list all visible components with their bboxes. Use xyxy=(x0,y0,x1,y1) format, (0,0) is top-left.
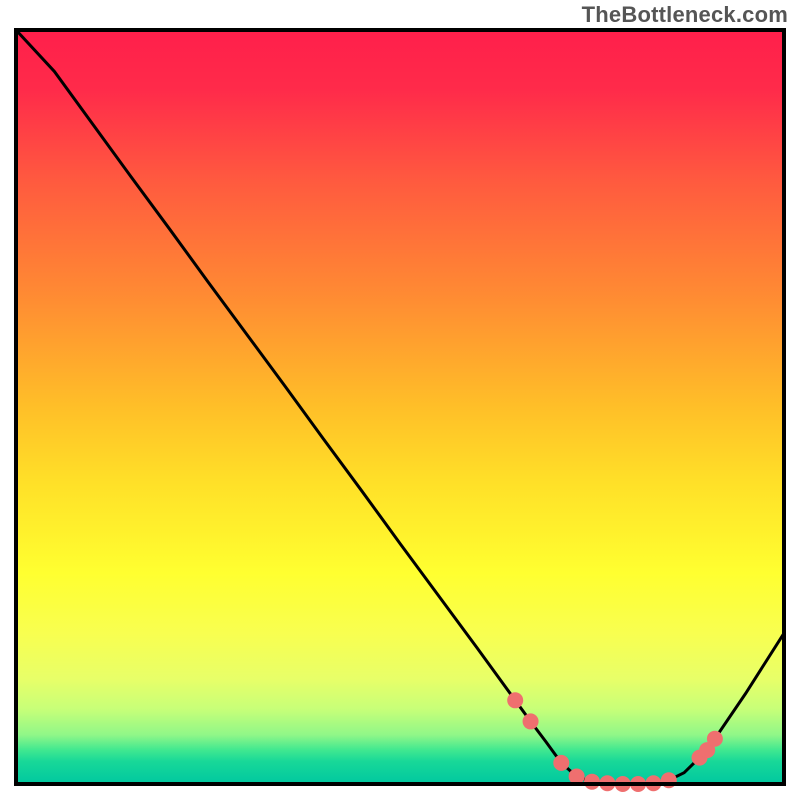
curve-marker xyxy=(507,692,523,708)
plot-background xyxy=(16,30,784,784)
watermark-text: TheBottleneck.com xyxy=(582,2,788,28)
curve-marker xyxy=(584,774,600,790)
curve-marker xyxy=(553,755,569,771)
curve-marker xyxy=(523,713,539,729)
curve-marker xyxy=(707,731,723,747)
bottleneck-chart xyxy=(0,0,800,800)
chart-container: TheBottleneck.com xyxy=(0,0,800,800)
